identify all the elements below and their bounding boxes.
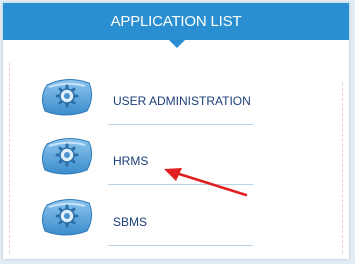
- application-list-panel: APPLICATION LIST USER ADMINISTRATION HRM…: [3, 3, 349, 259]
- app-label: SBMS: [113, 215, 148, 229]
- application-list-header: APPLICATION LIST: [3, 3, 349, 40]
- app-item-user-administration[interactable]: USER ADMINISTRATION: [3, 77, 349, 133]
- gear-icon: [41, 138, 93, 175]
- app-label: USER ADMINISTRATION: [113, 94, 251, 108]
- app-item-sbms[interactable]: SBMS: [3, 197, 349, 253]
- header-notch: [169, 40, 185, 48]
- header-title: APPLICATION LIST: [110, 13, 242, 30]
- app-label: HRMS: [113, 154, 149, 168]
- app-divider: [108, 184, 253, 185]
- app-divider: [108, 124, 253, 125]
- app-divider: [108, 245, 253, 246]
- gear-icon: [41, 79, 93, 116]
- app-item-hrms[interactable]: HRMS: [3, 136, 349, 192]
- gear-icon: [41, 199, 93, 236]
